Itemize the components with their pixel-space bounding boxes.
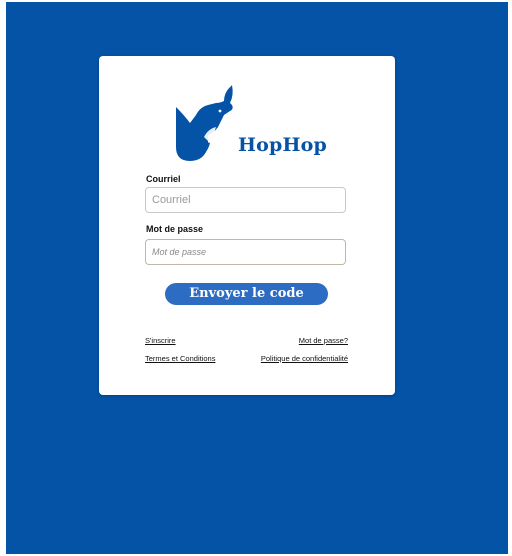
email-field[interactable] [145, 187, 346, 213]
privacy-link[interactable]: Politique de confidentialité [261, 354, 348, 363]
password-field[interactable] [145, 239, 346, 265]
brand-name: HopHop [238, 134, 328, 156]
signup-link[interactable]: S'inscrire [145, 336, 176, 345]
login-card: HopHop Courriel Mot de passe Envoyer le … [99, 56, 395, 395]
send-code-button[interactable]: Envoyer le code [165, 283, 328, 305]
forgot-password-link[interactable]: Mot de passe? [299, 336, 348, 345]
password-label: Mot de passe [146, 224, 204, 234]
page-background: HopHop Courriel Mot de passe Envoyer le … [6, 2, 508, 554]
logo: HopHop [174, 85, 334, 167]
terms-link[interactable]: Termes et Conditions [145, 354, 215, 363]
email-label: Courriel [146, 174, 181, 184]
